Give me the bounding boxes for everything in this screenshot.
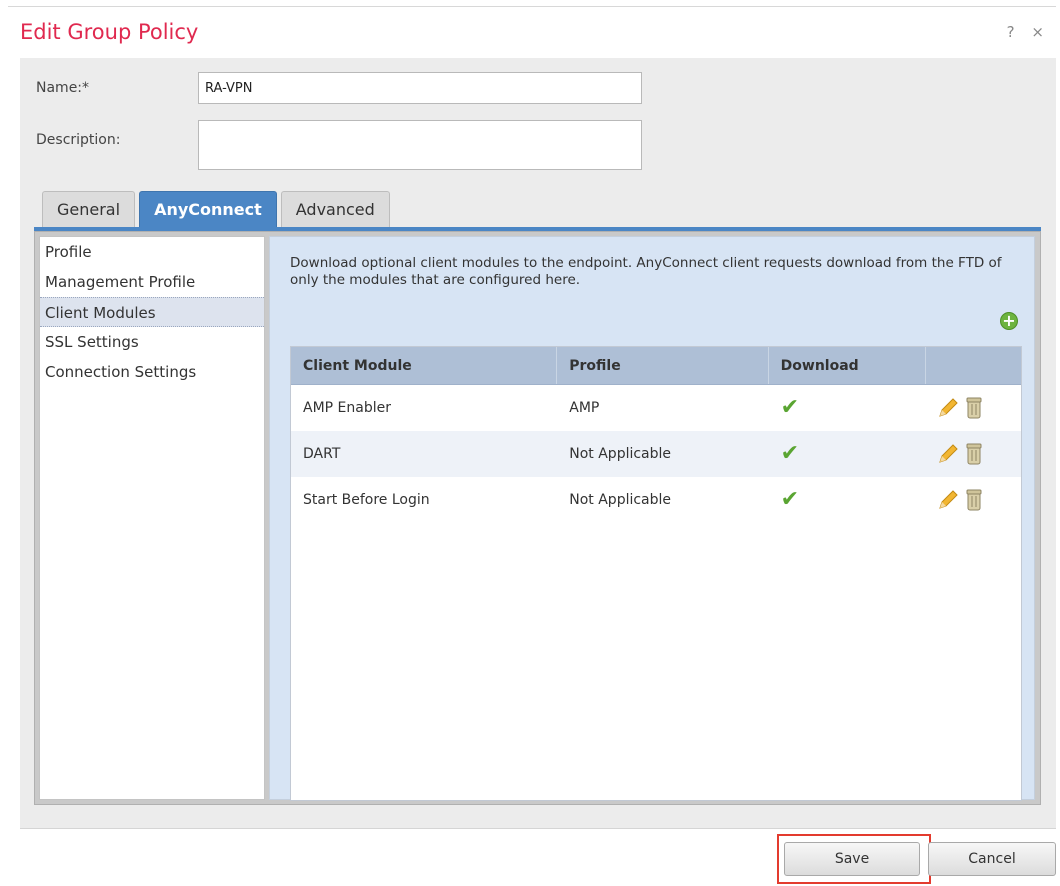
delete-icon[interactable] [966,397,982,419]
cell-profile: Not Applicable [569,492,672,508]
cell-profile: AMP [569,400,600,416]
table-row[interactable]: AMP Enabler AMP ✔ [291,385,1021,431]
help-icon[interactable]: ? [1007,23,1021,41]
tab-advanced[interactable]: Advanced [280,191,390,227]
edit-group-policy-dialog: Edit Group Policy ? × Name:* Description… [8,6,1056,884]
save-button[interactable]: Save [784,842,920,876]
cell-download: ✔ [769,397,927,419]
client-modules-table: Client Module Profile Download AMP Enabl… [290,346,1022,801]
add-icon[interactable]: + [1000,312,1018,330]
cell-profile: Not Applicable [569,446,672,462]
dialog-titlebar: Edit Group Policy ? × [8,6,1056,56]
tab-bar: General AnyConnect Advanced [42,191,394,227]
delete-icon[interactable] [966,489,982,511]
cell-module: Start Before Login [303,492,430,508]
cell-download: ✔ [769,443,927,465]
dialog-footer: Save Cancel [20,828,1056,884]
edit-pencil-icon[interactable] [936,396,960,420]
description-input[interactable] [198,120,642,170]
column-header-actions [926,347,1021,384]
description-label: Description: [36,132,121,148]
table-row[interactable]: DART Not Applicable ✔ [291,431,1021,477]
column-header-client-module[interactable]: Client Module [291,347,558,384]
tab-anyconnect[interactable]: AnyConnect [139,191,277,227]
sidebar-item-profile[interactable]: Profile [40,237,264,267]
sidebar: Profile Management Profile Client Module… [39,236,265,800]
title-controls: ? × [1007,23,1050,41]
tab-panel: Profile Management Profile Client Module… [34,231,1041,805]
delete-icon[interactable] [966,443,982,465]
content-description: Download optional client modules to the … [290,255,1002,288]
table-row[interactable]: Start Before Login Not Applicable ✔ [291,477,1021,523]
edit-pencil-icon[interactable] [936,488,960,512]
dialog-body: Name:* Description: General AnyConnect A… [20,58,1056,828]
column-header-download[interactable]: Download [769,347,927,384]
sidebar-item-ssl-settings[interactable]: SSL Settings [40,327,264,357]
sidebar-item-client-modules[interactable]: Client Modules [40,297,264,327]
cell-module: AMP Enabler [303,400,391,416]
tab-general[interactable]: General [42,191,136,227]
name-label: Name:* [36,80,90,96]
checkmark-icon: ✔ [780,441,800,466]
client-modules-content: Download optional client modules to the … [269,236,1035,801]
column-header-profile[interactable]: Profile [557,347,769,384]
cell-download: ✔ [769,489,927,511]
checkmark-icon: ✔ [780,487,800,512]
sidebar-item-connection-settings[interactable]: Connection Settings [40,357,264,387]
table-header: Client Module Profile Download [291,347,1021,385]
close-icon[interactable]: × [1031,23,1050,41]
cancel-button[interactable]: Cancel [928,842,1056,876]
edit-pencil-icon[interactable] [936,442,960,466]
dialog-title: Edit Group Policy [20,20,199,44]
sidebar-item-management-profile[interactable]: Management Profile [40,267,264,297]
name-input[interactable] [198,72,642,104]
checkmark-icon: ✔ [780,395,800,420]
cell-module: DART [303,446,341,462]
